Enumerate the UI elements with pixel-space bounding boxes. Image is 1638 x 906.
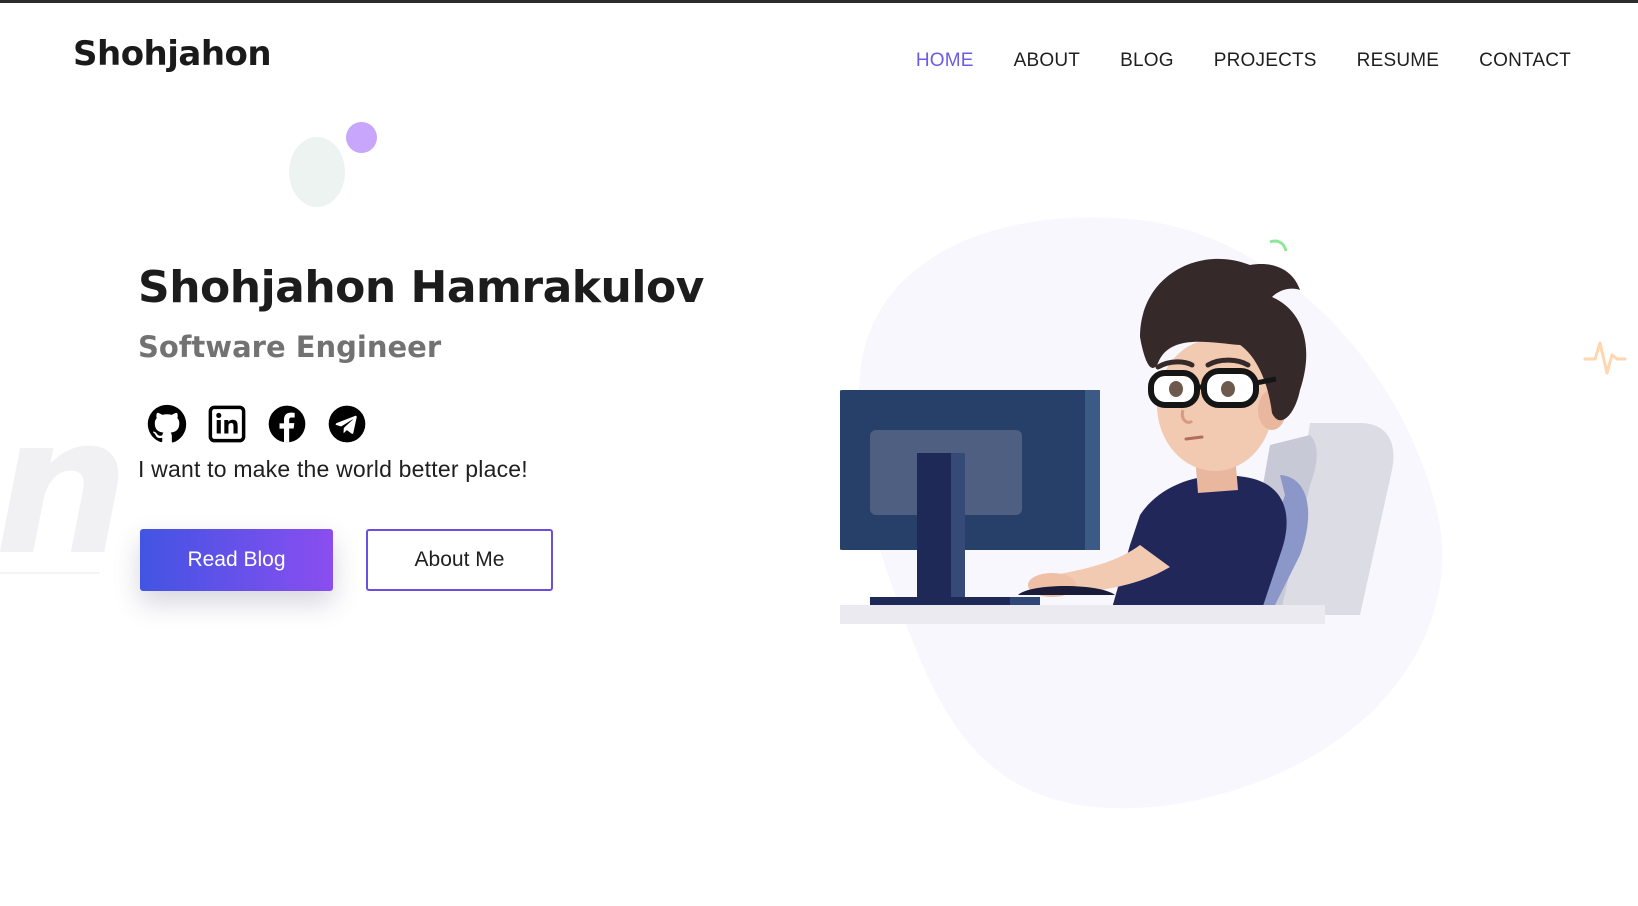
decorative-letter: n [0, 376, 130, 597]
nav-resume[interactable]: RESUME [1357, 50, 1440, 72]
top-border [0, 0, 1638, 3]
nav-blog[interactable]: BLOG [1120, 50, 1174, 72]
decorative-line [0, 572, 100, 574]
decorative-dot [346, 122, 377, 153]
hero-role: Software Engineer [138, 330, 442, 364]
telegram-icon[interactable] [326, 403, 368, 445]
developer-illustration [840, 217, 1443, 809]
main-nav: HOME ABOUT BLOG PROJECTS RESUME CONTACT [916, 50, 1571, 72]
site-logo[interactable]: Shohjahon [73, 34, 272, 74]
nav-contact[interactable]: CONTACT [1479, 50, 1571, 72]
hero-tagline: I want to make the world better place! [138, 456, 528, 482]
about-me-button[interactable]: About Me [366, 529, 553, 591]
read-blog-button[interactable]: Read Blog [140, 529, 333, 591]
linkedin-icon[interactable] [206, 403, 248, 445]
decorative-oval [289, 137, 345, 207]
facebook-icon[interactable] [266, 403, 308, 445]
nav-projects[interactable]: PROJECTS [1214, 50, 1317, 72]
hero-name: Shohjahon Hamrakulov [138, 262, 704, 313]
github-icon[interactable] [146, 403, 188, 445]
social-links [146, 403, 368, 445]
nav-about[interactable]: ABOUT [1014, 50, 1080, 72]
nav-home[interactable]: HOME [916, 50, 974, 72]
pulse-icon [1583, 341, 1627, 375]
